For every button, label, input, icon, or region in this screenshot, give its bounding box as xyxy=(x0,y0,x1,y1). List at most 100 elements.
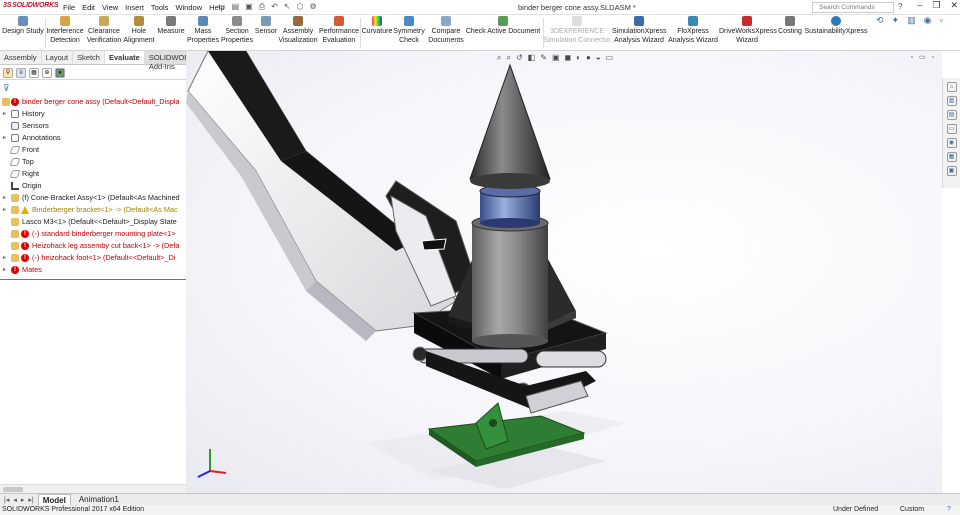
rebuild-icon[interactable]: ⬡ xyxy=(297,2,304,12)
search-commands-input[interactable]: Search Commands xyxy=(812,2,894,13)
tree-horizontal-scrollbar[interactable] xyxy=(0,484,186,493)
expand-icon[interactable]: ▸ xyxy=(3,192,6,204)
expand-icon[interactable]: ▸ xyxy=(3,132,6,144)
minimize-icon[interactable]: – xyxy=(917,0,922,11)
menu-file[interactable]: File xyxy=(62,3,76,12)
assembly-model[interactable] xyxy=(186,51,942,493)
menu-edit[interactable]: Edit xyxy=(81,3,96,12)
dimxpert-icon[interactable]: ⊕ xyxy=(42,68,52,78)
layers-icon[interactable]: ▥ xyxy=(907,15,916,31)
driveworksxpress-button[interactable]: DriveWorksXpress Wizard xyxy=(719,16,777,45)
restore-icon[interactable]: ❐ xyxy=(932,0,940,11)
design-library-icon[interactable]: ▤ xyxy=(946,110,957,120)
tree-item-top-plane[interactable]: Top xyxy=(0,156,186,168)
compare-documents-button[interactable]: Compare Documents xyxy=(428,16,464,45)
interference-detection-button[interactable]: Interference Detection xyxy=(46,16,84,45)
solidworks-logo[interactable]: 3SSOLIDWORKS xyxy=(3,2,59,13)
curvature-button[interactable]: Curvature xyxy=(361,16,393,36)
tree-item-heizohack-leg[interactable]: ! Heizohack leg assemby cut back<1> -> (… xyxy=(0,240,186,252)
undo-icon[interactable]: ↶ xyxy=(271,2,278,12)
clearance-verification-button[interactable]: Clearance Verification xyxy=(86,16,122,45)
section-properties-button[interactable]: Section Properties xyxy=(220,16,254,45)
hole-alignment-button[interactable]: Hole Alignment xyxy=(123,16,155,45)
tree-item-annotations[interactable]: ▸ Annotations xyxy=(0,132,186,144)
scrollbar-thumb[interactable] xyxy=(3,487,23,492)
open-icon[interactable]: ▤ xyxy=(232,2,240,12)
sustainabilityxpress-button[interactable]: SustainabilityXpress xyxy=(804,16,868,36)
status-help-icon[interactable]: ? xyxy=(947,505,951,515)
3dexperience-simulation-connector-button[interactable]: 3DEXPERIENCE Simulation Connector xyxy=(543,16,611,45)
resources-icon[interactable]: ▥ xyxy=(946,96,957,106)
appearance-icon[interactable]: ◉ xyxy=(924,15,932,31)
first-tab-icon[interactable]: |◂ xyxy=(4,496,9,504)
tree-rollback-bar[interactable] xyxy=(0,279,186,280)
graphics-area[interactable]: ⌕ ⌕ ↺ ◧ ✎ ▣ ◼ ◐ ● ◒ ▭ ▫ ▭ ▫ xyxy=(186,51,942,493)
tree-item-cone-bracket-assy[interactable]: ▸ (f) Cone-Bracket Assy<1> (Default<As M… xyxy=(0,192,186,204)
tree-item-history[interactable]: ▸ History xyxy=(0,108,186,120)
tree-item-right-plane[interactable]: Right xyxy=(0,168,186,180)
design-study-button[interactable]: Design Study xyxy=(2,16,44,36)
symmetry-check-button[interactable]: Symmetry Check xyxy=(393,16,425,45)
tree-root-assembly[interactable]: ! binder berger cone assy (Default<Defau… xyxy=(0,96,186,108)
view-palette-icon[interactable]: ▣ xyxy=(946,166,957,176)
status-units[interactable]: Custom xyxy=(900,505,924,515)
tree-item-origin[interactable]: Origin xyxy=(0,180,186,192)
tab-sketch[interactable]: Sketch xyxy=(73,51,105,64)
tab-assembly[interactable]: Assembly xyxy=(0,51,42,64)
cylinder-body[interactable] xyxy=(471,214,549,348)
sensor-button[interactable]: Sensor xyxy=(254,16,278,36)
options-icon[interactable]: ⚙ xyxy=(309,2,316,12)
appearances-icon[interactable]: ◉ xyxy=(946,138,957,148)
help-icon[interactable]: ? xyxy=(898,2,902,11)
tree-item-heizohack-foot[interactable]: ▸ ! (-) heizohack foot<1> (Default<<Defa… xyxy=(0,252,186,264)
new-icon[interactable]: ▭ xyxy=(218,2,226,12)
next-tab-icon[interactable]: ▸ xyxy=(21,496,25,504)
expand-icon[interactable]: ▸ xyxy=(3,204,6,216)
blue-coupling[interactable] xyxy=(479,184,541,228)
save-icon[interactable]: ▣ xyxy=(245,2,253,12)
roller-assembly[interactable] xyxy=(412,346,607,414)
prev-tab-icon[interactable]: ◂ xyxy=(13,496,17,504)
close-icon[interactable]: ✕ xyxy=(950,0,958,11)
performance-evaluation-button[interactable]: Performance Evaluation xyxy=(318,16,360,45)
menu-window[interactable]: Window xyxy=(174,3,203,12)
print-icon[interactable]: ⎙ xyxy=(259,2,265,12)
menu-tools[interactable]: Tools xyxy=(150,3,170,12)
cone-tip[interactable] xyxy=(469,63,551,189)
simulationxpress-button[interactable]: SimulationXpress Analysis Wizard xyxy=(612,16,666,45)
filter-icon[interactable]: ⊽ xyxy=(3,83,10,94)
costing-button[interactable]: Costing xyxy=(776,16,804,36)
configuration-manager-icon[interactable]: ▦ xyxy=(29,68,39,78)
lightbulb-icon[interactable]: ✦ xyxy=(892,15,900,31)
home-icon[interactable]: ⌂ xyxy=(946,82,957,92)
view-orientation-icon[interactable]: ⟲ xyxy=(876,15,884,31)
tree-item-binderberger-bracket[interactable]: ▸ Binderberger bracket<1> -> (Default<As… xyxy=(0,204,186,216)
display-manager-icon[interactable]: ● xyxy=(55,68,65,78)
tree-item-mounting-plate[interactable]: ! (-) standard binderberger mounting pla… xyxy=(0,228,186,240)
file-explorer-icon[interactable]: ▭ xyxy=(946,124,957,134)
featuremanager-tree-icon[interactable]: ⚲ xyxy=(3,68,13,78)
property-manager-icon[interactable]: ≡ xyxy=(16,68,26,78)
custom-properties-icon[interactable]: ▦ xyxy=(946,152,957,162)
tab-animation1[interactable]: Animation1 xyxy=(75,494,123,505)
measure-button[interactable]: Measure xyxy=(156,16,186,36)
menu-view[interactable]: View xyxy=(101,3,119,12)
expand-icon[interactable]: ▸ xyxy=(3,252,6,264)
tab-model[interactable]: Model xyxy=(37,494,71,505)
expand-icon[interactable]: ▸ xyxy=(3,264,6,276)
expand-icon[interactable]: ▸ xyxy=(3,108,6,120)
select-icon[interactable]: ↖ xyxy=(284,2,291,12)
restore-pane-icon[interactable]: ▫ xyxy=(939,15,942,31)
menu-insert[interactable]: Insert xyxy=(124,3,145,12)
check-active-document-button[interactable]: Check Active Document xyxy=(465,16,541,36)
floxpress-button[interactable]: FloXpress Analysis Wizard xyxy=(667,16,719,45)
assembly-visualization-button[interactable]: Assembly Visualization xyxy=(278,16,318,45)
mass-properties-button[interactable]: Mass Properties xyxy=(187,16,219,45)
tab-layout[interactable]: Layout xyxy=(42,51,74,64)
tree-item-front-plane[interactable]: Front xyxy=(0,144,186,156)
tree-item-lasco-m3[interactable]: Lasco M3<1> (Default<<Default>_Display S… xyxy=(0,216,186,228)
last-tab-icon[interactable]: ▸| xyxy=(28,496,33,504)
tree-item-sensors[interactable]: Sensors xyxy=(0,120,186,132)
tree-item-mates[interactable]: ▸ ! Mates xyxy=(0,264,186,276)
tab-evaluate[interactable]: Evaluate xyxy=(104,51,145,64)
